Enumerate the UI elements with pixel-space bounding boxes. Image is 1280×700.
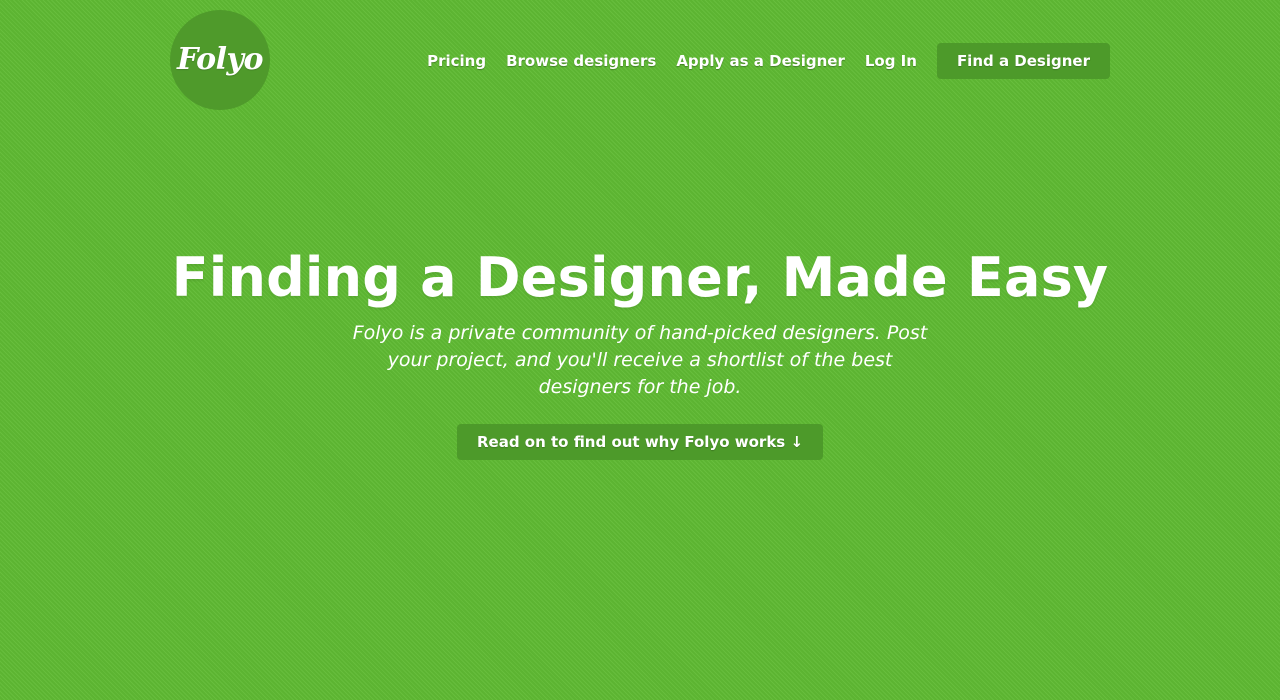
- nav-pricing-link[interactable]: Pricing: [427, 52, 486, 70]
- main-nav: Pricing Browse designers Apply as a Desi…: [427, 43, 1110, 79]
- hero-section: Finding a Designer, Made Easy Folyo is a…: [0, 245, 1280, 460]
- nav-apply-designer-link[interactable]: Apply as a Designer: [676, 52, 845, 70]
- hero-subtitle: Folyo is a private community of hand-pic…: [352, 322, 928, 398]
- find-designer-button[interactable]: Find a Designer: [936, 43, 1110, 79]
- nav-login-link[interactable]: Log In: [865, 52, 917, 70]
- logo-text: Folyo: [176, 41, 264, 77]
- folyo-logo[interactable]: Folyo: [170, 10, 270, 110]
- nav-browse-designers-link[interactable]: Browse designers: [506, 52, 656, 70]
- hero-title: Finding a Designer, Made Easy: [171, 246, 1109, 309]
- read-on-button[interactable]: Read on to find out why Folyo works ↓: [456, 424, 824, 460]
